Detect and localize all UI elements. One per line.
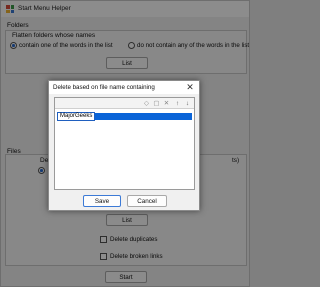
duplicate-icon[interactable]: ▢	[153, 100, 160, 107]
list-item-edit-field[interactable]: MajorGeeks	[57, 112, 96, 121]
list-toolbar: ◇ ▢ ✕ ↑ ↓	[55, 98, 194, 109]
save-button[interactable]: Save	[83, 195, 121, 207]
close-icon[interactable]: ✕	[185, 82, 195, 92]
dialog-title-bar: Delete based on file name containing ✕	[49, 81, 199, 94]
move-down-icon[interactable]: ↓	[184, 100, 191, 107]
list-item[interactable]: MajorGeeks	[57, 112, 192, 121]
dialog-title: Delete based on file name containing	[53, 84, 155, 91]
word-list[interactable]: ◇ ▢ ✕ ↑ ↓ MajorGeeks	[54, 97, 195, 190]
delete-icon[interactable]: ✕	[163, 100, 170, 107]
cancel-button[interactable]: Cancel	[127, 195, 167, 207]
new-icon[interactable]: ◇	[143, 100, 150, 107]
delete-filter-dialog: Delete based on file name containing ✕ ◇…	[48, 80, 200, 211]
move-up-icon[interactable]: ↑	[174, 100, 181, 107]
selection-highlight	[95, 113, 192, 120]
